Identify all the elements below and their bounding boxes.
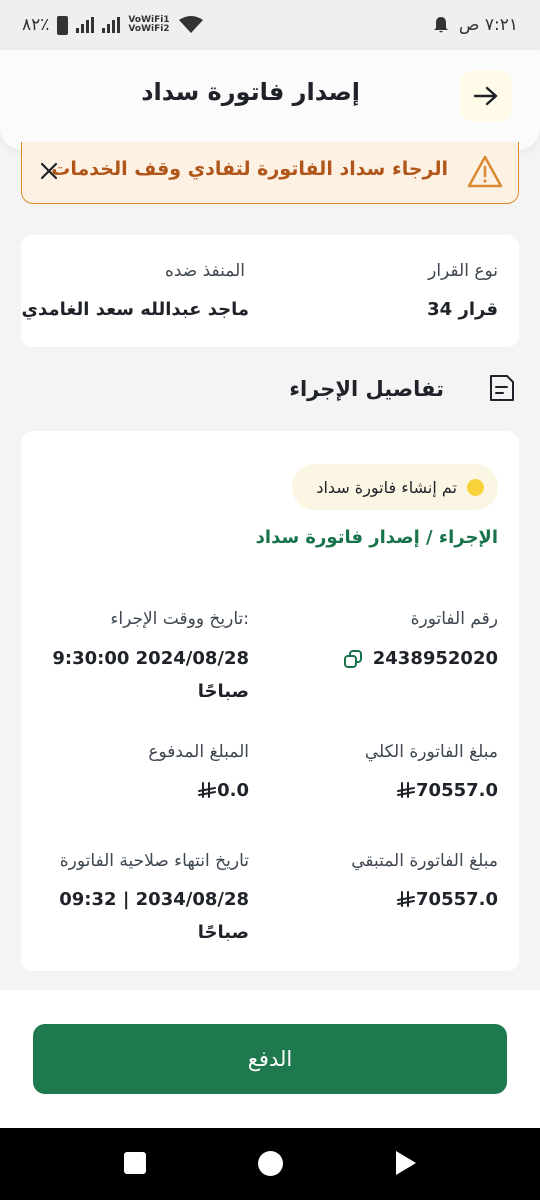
back-button[interactable] [460,70,512,122]
riyal-icon [397,781,416,798]
status-left: ٨٢٪ VoWiFi1 VoWiFi2 [22,15,204,35]
executed-against-label: المنفذ ضده [164,261,245,281]
remaining-amount-value: 70557.0 [416,889,498,910]
warning-alert: الرجاء سداد الفاتورة لتفادي وقف الخدمات [21,142,519,204]
document-icon [490,375,514,401]
status-time: ٧:٢١ ص [458,15,518,35]
riyal-icon [198,781,217,798]
alert-message: الرجاء سداد الفاتورة لتفادي وقف الخدمات [51,158,448,180]
battery-icon [57,15,69,35]
status-dot [467,478,484,496]
expiry-value: 09:32 | 2034/08/28 [59,889,249,910]
datetime-value: 9:30:00 2024/08/28 [52,648,249,669]
total-amount-label: مبلغ الفاتورة الكلي [364,742,498,762]
total-amount-row: 70557.0 [388,780,498,801]
status-chip-text: تم إنشاء فاتورة سداد [316,477,457,497]
executed-against-value: ماجد عبدالله سعد الغامدي [21,299,249,320]
paid-amount-label: المبلغ المدفوع [148,742,249,762]
total-amount-value: 70557.0 [416,780,498,801]
datetime-period: صباحًا [197,681,249,702]
bell-icon [433,17,448,33]
expiry-label: تاريخ انتهاء صلاحية الفاتورة [59,851,249,871]
datetime-label: تاريخ ووقت الإجراء: [110,609,249,629]
system-nav-bar [0,1128,540,1200]
procedure-card: تم إنشاء فاتورة سداد الإجراء / إصدار فات… [21,431,519,971]
warning-triangle-icon [467,155,503,188]
decision-type-label: نوع القرار [428,261,498,281]
paid-amount-row: 0.0 [189,780,249,801]
home-icon[interactable] [258,1151,283,1176]
arrow-right-icon [473,86,498,106]
invoice-number-value: 2438952020 [372,648,498,669]
paid-amount-value: 0.0 [217,780,249,801]
decision-card: نوع القرار قرار 34 المنفذ ضده ماجد عبدال… [21,235,519,347]
status-bar: ٨٢٪ VoWiFi1 VoWiFi2 ٧:٢١ ص [0,0,540,50]
close-icon[interactable] [38,160,60,182]
action-title: الإجراء / إصدار فاتورة سداد [255,527,498,548]
back-nav-icon[interactable] [396,1151,416,1175]
page-title: إصدار فاتورة سداد [141,78,360,106]
pay-button[interactable]: الدفع [33,1024,507,1094]
signal-icon-2 [102,17,121,33]
recent-apps-icon[interactable] [124,1152,146,1174]
app-header: إصدار فاتورة سداد [0,50,540,150]
bottom-action-bar: الدفع [0,990,540,1128]
invoice-number-row: 2438952020 [343,648,498,669]
expiry-period: صباحًا [197,922,249,943]
riyal-icon [397,890,416,907]
remaining-amount-label: مبلغ الفاتورة المتبقي [351,851,498,871]
wifi-icon [178,16,203,33]
invoice-number-label: رقم الفاتورة [410,609,498,629]
status-right: ٧:٢١ ص [433,15,518,35]
copy-icon[interactable] [343,649,363,669]
status-chip: تم إنشاء فاتورة سداد [292,464,498,510]
remaining-amount-row: 70557.0 [388,889,498,910]
vowifi-indicator: VoWiFi1 VoWiFi2 [128,15,170,34]
signal-icon [76,17,95,33]
procedure-details-title: تفاصيل الإجراء [289,377,444,401]
battery-percent: ٨٢٪ [22,15,50,35]
decision-type-value: قرار 34 [427,299,498,320]
